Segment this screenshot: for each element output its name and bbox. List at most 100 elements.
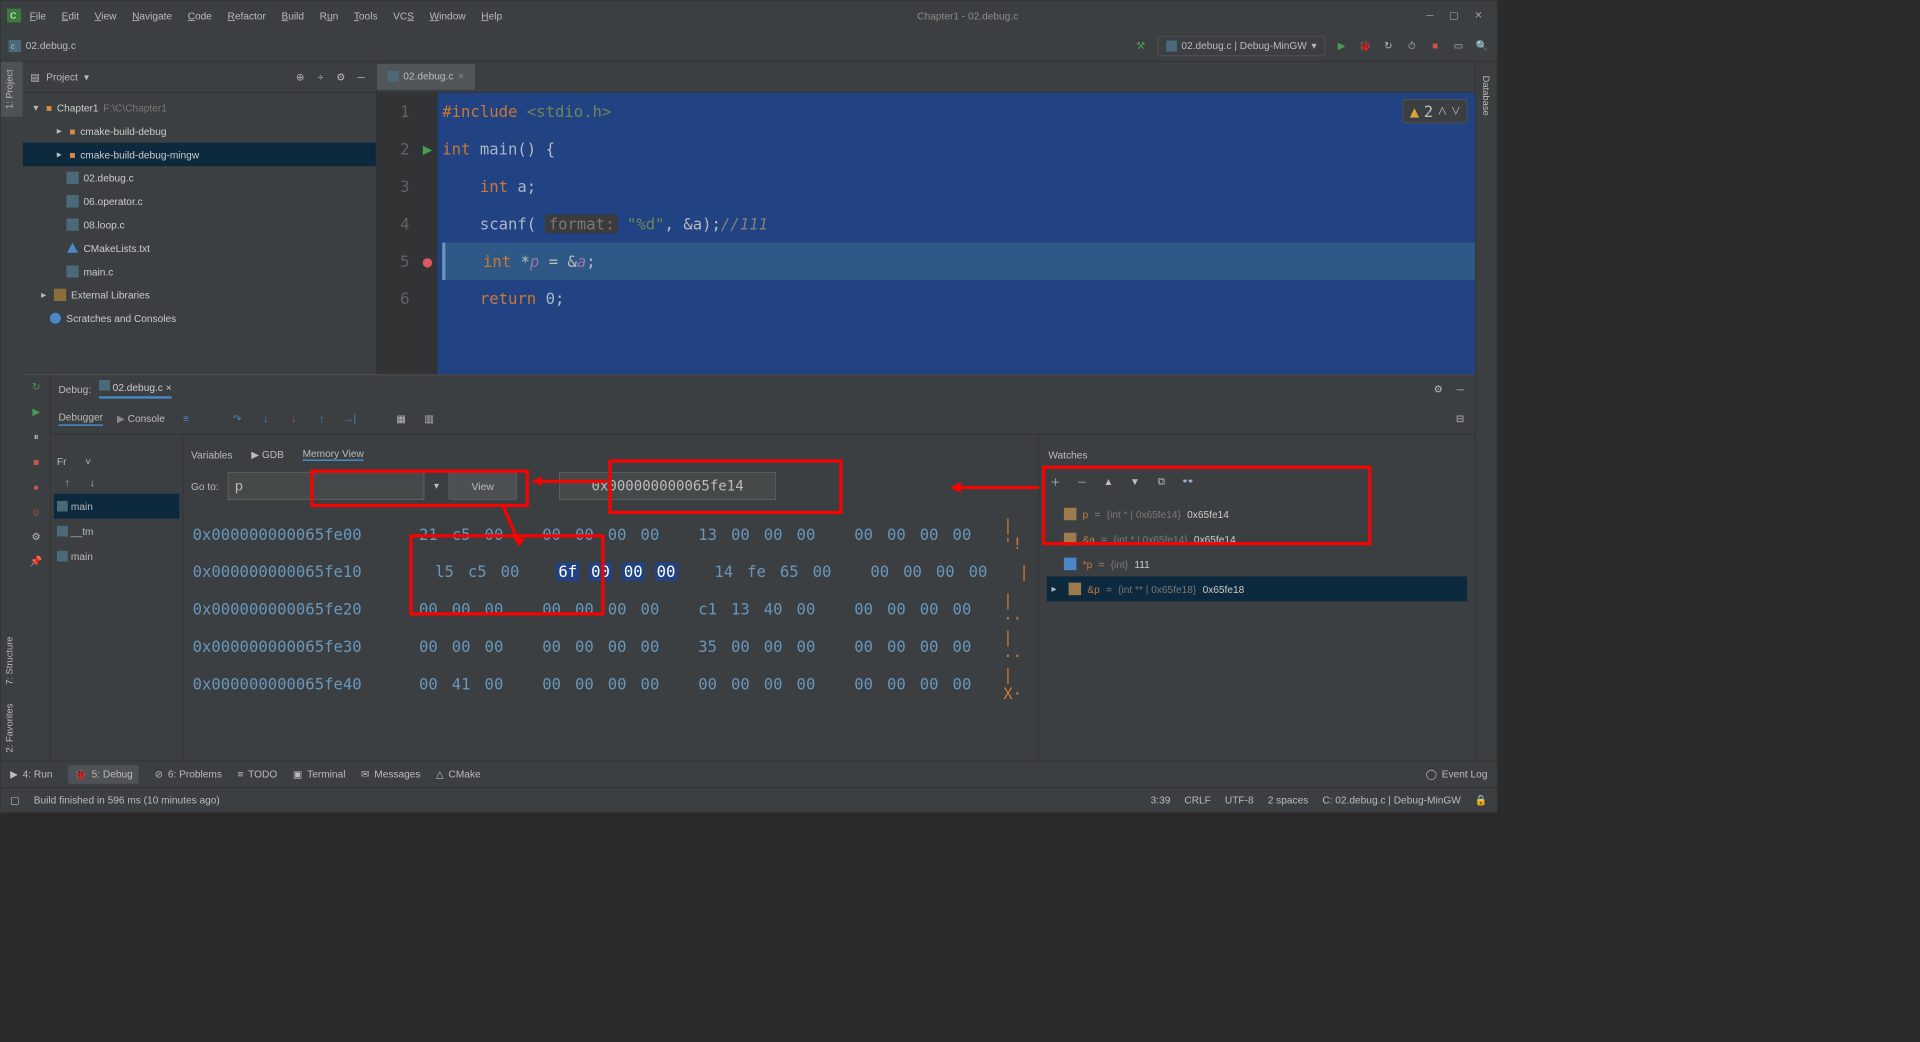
watches-list[interactable]: p = {int * | 0x65fe14} 0x65fe14&a = {int…: [1039, 498, 1475, 760]
side-tab-favorites[interactable]: 2: Favorites: [1, 696, 23, 761]
remove-watch-icon[interactable]: －: [1075, 474, 1089, 488]
menu-run[interactable]: Run: [313, 7, 346, 25]
variables-tab[interactable]: Variables: [191, 449, 233, 461]
tool-problems[interactable]: ⊘ 6: Problems: [155, 768, 222, 780]
rerun-icon[interactable]: ↻: [29, 380, 43, 394]
hide-icon[interactable]: ─: [354, 70, 368, 84]
side-tab-database[interactable]: Database: [1478, 68, 1495, 124]
layout-icon[interactable]: ▭: [1452, 39, 1466, 53]
layout-icon[interactable]: ▥: [422, 411, 436, 425]
chevron-down-icon[interactable]: ▾: [434, 480, 439, 492]
threads-icon[interactable]: ≡: [179, 411, 193, 425]
evaluate-icon[interactable]: ▦: [394, 411, 408, 425]
tree-item[interactable]: 02.debug.c: [23, 166, 376, 189]
tree-item[interactable]: main.c: [23, 260, 376, 283]
status-context[interactable]: C: 02.debug.c | Debug-MinGW: [1322, 794, 1460, 806]
mute-breakpoints-icon[interactable]: ⦸: [29, 505, 43, 519]
code-editor[interactable]: 123456 ▶ ● #include <stdio.h> int main()…: [377, 93, 1475, 375]
tool-debug[interactable]: 🐞 5: Debug: [68, 765, 139, 784]
stop-icon[interactable]: ■: [1428, 39, 1442, 53]
gdb-tab[interactable]: ▶ GDB: [251, 448, 284, 460]
target-icon[interactable]: ⊕: [293, 70, 307, 84]
step-into-icon[interactable]: ↓: [258, 411, 272, 425]
memory-row[interactable]: 0x000000000065fe2000000000000000c1134000…: [193, 590, 1039, 627]
search-icon[interactable]: 🔍: [1475, 39, 1489, 53]
status-tool-icon[interactable]: ▢: [10, 794, 20, 806]
watch-row[interactable]: &a = {int * | 0x65fe14} 0x65fe14: [1047, 527, 1467, 552]
add-watch-icon[interactable]: ＋: [1048, 474, 1062, 488]
gear-icon[interactable]: ⚙: [1431, 382, 1445, 396]
breakpoint-icon[interactable]: ●: [423, 252, 432, 271]
force-step-into-icon[interactable]: ↓: [287, 411, 301, 425]
tree-root[interactable]: ▾ ■ Chapter1 F:\C\Chapter1: [23, 96, 376, 119]
inspection-badge[interactable]: ▲ 2 ˄ ˅: [1403, 99, 1467, 123]
side-tab-structure[interactable]: 7: Structure: [1, 629, 23, 693]
memory-view-tab[interactable]: Memory View: [303, 448, 364, 461]
menu-help[interactable]: Help: [474, 7, 509, 25]
close-icon[interactable]: ✕: [1474, 9, 1483, 21]
tree-item[interactable]: CMakeLists.txt: [23, 236, 376, 259]
tool-eventlog[interactable]: ◯ Event Log: [1426, 768, 1488, 780]
close-icon[interactable]: ×: [458, 70, 464, 82]
profiler-icon[interactable]: ⏱: [1405, 39, 1419, 53]
tree-item[interactable]: ▸■ cmake-build-debug: [23, 119, 376, 142]
menu-file[interactable]: File: [23, 7, 53, 25]
tab-debugger[interactable]: Debugger: [58, 411, 103, 426]
view-breakpoints-icon[interactable]: ●: [29, 480, 43, 494]
status-caret[interactable]: 3:39: [1151, 794, 1171, 806]
editor-tab[interactable]: 02.debug.c ×: [377, 64, 475, 90]
status-line-sep[interactable]: CRLF: [1184, 794, 1210, 806]
pin-icon[interactable]: 📌: [29, 555, 43, 569]
resume-icon[interactable]: ▶: [29, 405, 43, 419]
frames-header[interactable]: Fr: [57, 456, 67, 468]
view-button[interactable]: View: [448, 472, 517, 500]
debug-icon[interactable]: 🐞: [1358, 39, 1372, 53]
down-icon[interactable]: ▼: [1128, 474, 1142, 488]
chevron-up-icon[interactable]: ˄: [1438, 101, 1447, 121]
chevron-down-icon[interactable]: ˅: [85, 456, 91, 468]
copy-icon[interactable]: ⧉: [1154, 474, 1168, 488]
menu-build[interactable]: Build: [274, 7, 311, 25]
status-lock-icon[interactable]: 🔒: [1475, 794, 1488, 806]
menu-navigate[interactable]: Navigate: [125, 7, 179, 25]
tab-console[interactable]: ▶ Console: [117, 412, 165, 424]
run-icon[interactable]: ▶: [1335, 39, 1349, 53]
tree-item[interactable]: 06.operator.c: [23, 190, 376, 213]
run-gutter-icon[interactable]: ▶: [423, 140, 432, 159]
step-out-icon[interactable]: ↑: [315, 411, 329, 425]
memory-row[interactable]: 0x000000000065fe10l5c5006f00000014fe6500…: [193, 553, 1039, 590]
stack-frame[interactable]: __tm: [54, 519, 180, 544]
memory-table[interactable]: 0x000000000065fe0021c5000000000013000000…: [183, 508, 1038, 761]
menu-edit[interactable]: Edit: [55, 7, 87, 25]
menu-window[interactable]: Window: [423, 7, 473, 25]
hide-icon[interactable]: ─: [1453, 382, 1467, 396]
arrow-up-icon[interactable]: ↑: [60, 475, 74, 489]
stack-frame[interactable]: main: [54, 544, 180, 569]
breadcrumb[interactable]: c 02.debug.c: [9, 39, 76, 51]
step-over-icon[interactable]: ↷: [230, 411, 244, 425]
watch-row[interactable]: *p = {int} 111: [1047, 551, 1467, 576]
menu-view[interactable]: View: [88, 7, 124, 25]
watch-row[interactable]: p = {int * | 0x65fe14} 0x65fe14: [1047, 502, 1467, 527]
chevron-down-icon[interactable]: ▾: [84, 71, 89, 83]
minimize-icon[interactable]: ─: [1426, 9, 1433, 21]
watch-row[interactable]: ▸&p = {int ** | 0x65fe18} 0x65fe18: [1047, 576, 1467, 601]
side-tab-project[interactable]: 1: Project: [1, 62, 23, 117]
tree-external-libs[interactable]: ▸ External Libraries: [23, 283, 376, 306]
up-icon[interactable]: ▲: [1101, 474, 1115, 488]
chevron-down-icon[interactable]: ˅: [1451, 101, 1460, 121]
maximize-icon[interactable]: ▢: [1449, 9, 1459, 21]
tool-run[interactable]: ▶ 4: Run: [10, 768, 52, 780]
memory-row[interactable]: 0x000000000065fe400041000000000000000000…: [193, 665, 1039, 702]
tree-item[interactable]: ▸■ cmake-build-debug-mingw: [23, 143, 376, 166]
pause-icon[interactable]: ⏸: [29, 430, 43, 444]
tree-item[interactable]: 08.loop.c: [23, 213, 376, 236]
tool-terminal[interactable]: ▣ Terminal: [293, 768, 346, 780]
goto-input[interactable]: [228, 472, 425, 500]
collapse-icon[interactable]: ÷: [314, 70, 328, 84]
tool-cmake[interactable]: △ CMake: [436, 768, 481, 780]
menu-tools[interactable]: Tools: [347, 7, 385, 25]
stop-icon[interactable]: ■: [29, 455, 43, 469]
run-to-cursor-icon[interactable]: →|: [343, 411, 357, 425]
status-indent[interactable]: 2 spaces: [1268, 794, 1309, 806]
